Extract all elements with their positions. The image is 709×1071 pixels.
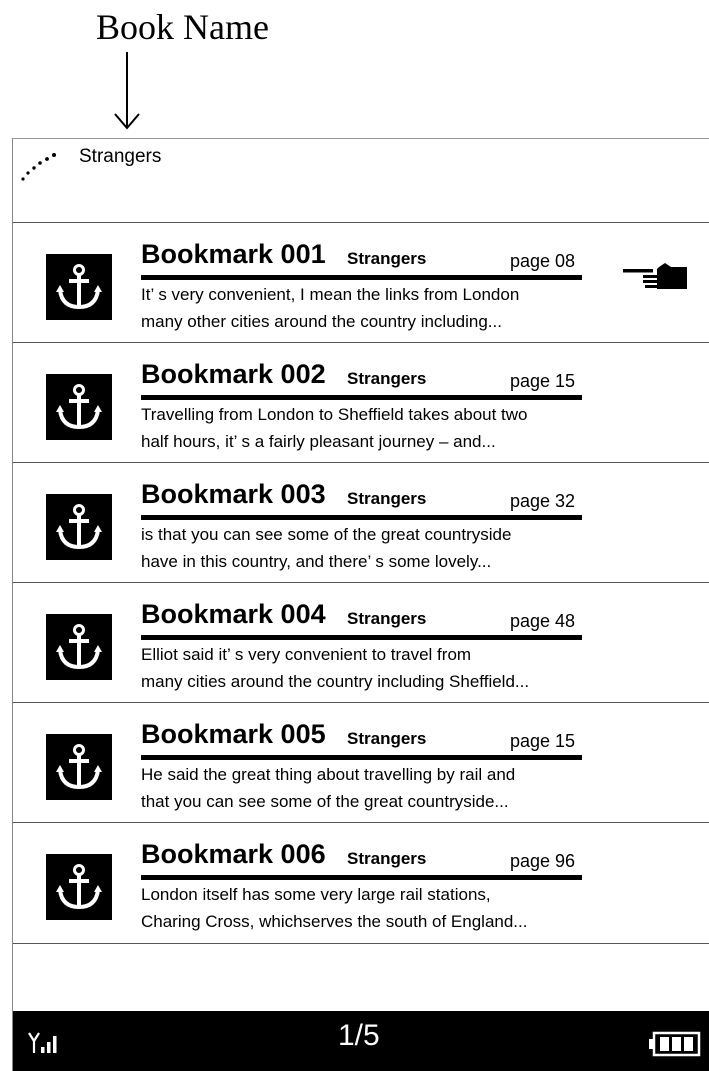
divider xyxy=(141,275,582,280)
bookmark-item[interactable]: Bookmark 005 Strangers page 15 He said t… xyxy=(13,702,709,822)
bookmark-item[interactable]: Bookmark 004 Strangers page 48 Elliot sa… xyxy=(13,582,709,702)
divider xyxy=(141,635,582,640)
bookmark-excerpt-line2: have in this country, and there’ s some … xyxy=(141,552,492,571)
signal-icon xyxy=(28,1032,57,1053)
bookmark-excerpt-line1: Travelling from London to Sheffield take… xyxy=(141,405,528,424)
bookmark-item[interactable]: Bookmark 006 Strangers page 96 London it… xyxy=(13,822,709,944)
anchor-icon xyxy=(46,734,112,800)
bookmark-title: Bookmark 002 xyxy=(141,359,326,389)
header-bar: Strangers xyxy=(13,139,709,223)
divider xyxy=(141,515,582,520)
bookmark-excerpt-line2: half hours, it’ s a fairly pleasant jour… xyxy=(141,432,496,451)
bookmark-excerpt-line2: many other cities around the country inc… xyxy=(141,312,502,331)
bookmark-book: Strangers xyxy=(347,609,427,628)
bookmark-excerpt-line1: London itself has some very large rail s… xyxy=(141,885,491,904)
anchor-icon xyxy=(46,254,112,320)
bookmark-excerpt-line2: many cities around the country including… xyxy=(141,672,530,691)
bookmark-book: Strangers xyxy=(347,369,427,388)
bookmark-title: Bookmark 004 xyxy=(141,599,326,629)
bookmark-item[interactable]: Bookmark 002 Strangers page 15 Travellin… xyxy=(13,342,709,462)
bookmark-page: page 32 xyxy=(510,491,576,511)
bookmark-excerpt-line1: He said the great thing about travelling… xyxy=(141,765,516,784)
anchor-icon xyxy=(46,614,112,680)
bookmark-book: Strangers xyxy=(347,249,427,268)
anchor-icon xyxy=(46,854,112,920)
bookmark-book: Strangers xyxy=(347,489,427,508)
bookmark-list: Bookmark 001 Strangers page 08 It’ s ver… xyxy=(13,222,709,944)
divider xyxy=(141,875,582,880)
bookmark-page: page 08 xyxy=(510,251,576,271)
anchor-icon xyxy=(46,494,112,560)
ereader-screen: Strangers Bookmark 001 Strangers page 08… xyxy=(12,138,709,1071)
bookmark-title: Bookmark 006 xyxy=(141,839,326,869)
bookmark-title: Bookmark 003 xyxy=(141,479,326,509)
bookmark-page: page 48 xyxy=(510,611,576,631)
bookmark-page: page 15 xyxy=(510,731,576,751)
bookmark-title: Bookmark 001 xyxy=(141,239,326,269)
bookmark-book: Strangers xyxy=(347,849,427,868)
anchor-icon xyxy=(46,374,112,440)
bookmark-title: Bookmark 005 xyxy=(141,719,326,749)
bookmark-excerpt-line1: Elliot said it’ s very convenient to tra… xyxy=(141,645,472,664)
page-indicator: 1/5 xyxy=(338,1019,380,1052)
bookmark-item[interactable]: Bookmark 001 Strangers page 08 It’ s ver… xyxy=(13,222,709,342)
status-bar: 1/5 xyxy=(13,1011,709,1071)
annotation-label: Book Name xyxy=(96,7,269,47)
book-title: Strangers xyxy=(79,146,162,167)
loading-dots-icon xyxy=(21,153,56,181)
bookmark-page: page 96 xyxy=(510,851,576,871)
battery-icon xyxy=(649,1031,701,1057)
bookmark-item[interactable]: Bookmark 003 Strangers page 32 is that y… xyxy=(13,462,709,582)
pointing-hand-icon xyxy=(623,263,687,289)
bookmark-excerpt-line1: It’ s very convenient, I mean the links … xyxy=(141,285,520,304)
divider xyxy=(141,755,582,760)
bookmark-page: page 15 xyxy=(510,371,576,391)
bookmark-book: Strangers xyxy=(347,729,427,748)
bookmark-excerpt-line2: Charing Cross, whichserves the south of … xyxy=(141,912,528,931)
down-arrow-icon xyxy=(114,52,140,130)
bookmark-excerpt-line1: is that you can see some of the great co… xyxy=(141,525,512,544)
bookmark-excerpt-line2: that you can see some of the great count… xyxy=(141,792,509,811)
divider xyxy=(141,395,582,400)
